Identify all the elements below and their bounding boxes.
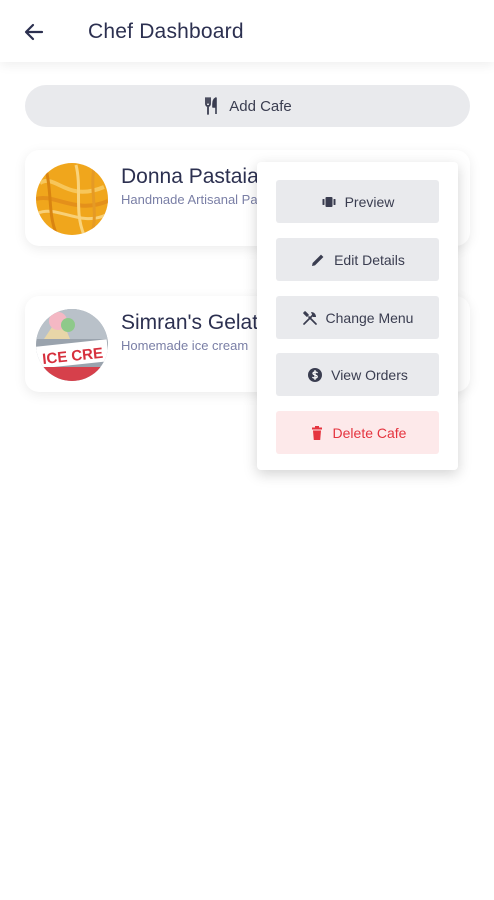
dollar-circle-icon	[307, 367, 323, 383]
add-cafe-button[interactable]: Add Cafe	[25, 85, 470, 127]
fork-knife-icon	[203, 97, 221, 115]
cafe-avatar	[36, 163, 108, 235]
menu-item-view-orders[interactable]: View Orders	[276, 353, 439, 396]
cafe-context-menu: Preview Edit Details Change Menu View Or…	[257, 162, 458, 470]
arrow-left-icon	[22, 20, 46, 44]
trash-icon	[309, 425, 325, 441]
menu-item-label: Delete Cafe	[332, 424, 407, 441]
app-bar: Chef Dashboard	[0, 0, 494, 62]
menu-item-edit-details[interactable]: Edit Details	[276, 238, 439, 281]
pencil-icon	[310, 252, 326, 268]
menu-item-label: Preview	[344, 193, 395, 210]
cafe-name: Simran's Gelato	[121, 311, 270, 334]
menu-item-preview[interactable]: Preview	[276, 180, 439, 223]
preview-icon	[321, 194, 337, 210]
back-button[interactable]	[18, 16, 50, 48]
cafe-avatar: ICE CRE	[36, 309, 108, 381]
ice-cream-sign-photo: ICE CRE	[36, 309, 108, 381]
menu-item-label: View Orders	[331, 366, 408, 383]
menu-item-delete-cafe[interactable]: Delete Cafe	[276, 411, 439, 454]
cafe-name: Donna Pastaia	[121, 165, 259, 188]
menu-item-change-menu[interactable]: Change Menu	[276, 296, 439, 339]
pasta-photo	[36, 163, 108, 235]
menu-item-label: Change Menu	[325, 309, 414, 326]
page-title: Chef Dashboard	[88, 20, 244, 43]
menu-item-label: Edit Details	[334, 251, 405, 268]
add-cafe-label: Add Cafe	[229, 97, 292, 115]
cafe-description: Handmade Artisanal Pasta	[121, 192, 275, 207]
utensils-cross-icon	[302, 310, 318, 326]
cafe-description: Homemade ice cream	[121, 338, 249, 353]
